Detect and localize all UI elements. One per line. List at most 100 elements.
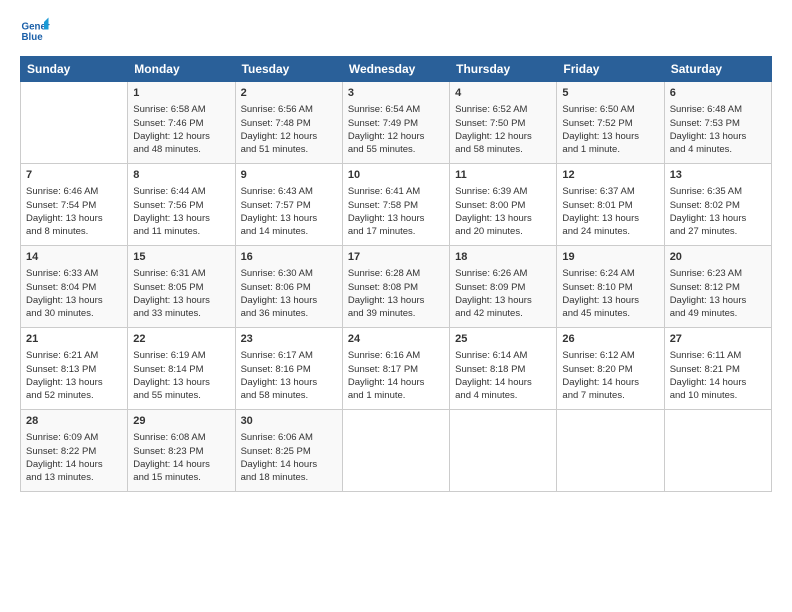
day-info-line: Daylight: 13 hours: [26, 294, 122, 307]
day-info-line: Daylight: 12 hours: [348, 130, 444, 143]
day-info-line: Sunrise: 6:35 AM: [670, 185, 766, 198]
day-info-line: and 30 minutes.: [26, 307, 122, 320]
day-cell: [342, 410, 449, 492]
day-number: 2: [241, 86, 337, 101]
day-info-line: Sunset: 8:10 PM: [562, 281, 658, 294]
day-cell: 28Sunrise: 6:09 AMSunset: 8:22 PMDayligh…: [21, 410, 128, 492]
day-number: 19: [562, 250, 658, 265]
day-info-line: Daylight: 13 hours: [241, 294, 337, 307]
day-cell: [664, 410, 771, 492]
day-cell: 27 Sunrise: 6:11 AMSunset: 8:21 PMDayligh…: [664, 328, 771, 410]
col-header-thursday: Thursday: [450, 57, 557, 82]
day-info-line: and 8 minutes.: [26, 225, 122, 238]
day-info-line: Sunrise: 6:21 AM: [26, 349, 122, 362]
day-number: 8: [133, 168, 229, 183]
day-info-line: Sunrise: 6:37 AM: [562, 185, 658, 198]
day-info-line: Sunset: 8:17 PM: [348, 363, 444, 376]
day-cell: 30Sunrise: 6:06 AMSunset: 8:25 PMDayligh…: [235, 410, 342, 492]
day-cell: 25Sunrise: 6:14 AMSunset: 8:18 PMDayligh…: [450, 328, 557, 410]
day-number: 13: [670, 168, 766, 183]
day-info-line: Daylight: 13 hours: [670, 212, 766, 225]
day-cell: 20Sunrise: 6:23 AMSunset: 8:12 PMDayligh…: [664, 246, 771, 328]
day-info-line: Daylight: 14 hours: [670, 376, 766, 389]
day-cell: 24Sunrise: 6:16 AMSunset: 8:17 PMDayligh…: [342, 328, 449, 410]
day-number: 3: [348, 86, 444, 101]
day-number: 7: [26, 168, 122, 183]
day-number: 15: [133, 250, 229, 265]
day-number: 14: [26, 250, 122, 265]
day-info-line: Sunrise: 6:14 AM: [455, 349, 551, 362]
day-info-line: Sunrise: 6:58 AM: [133, 103, 229, 116]
day-info-line: Daylight: 14 hours: [133, 458, 229, 471]
col-header-sunday: Sunday: [21, 57, 128, 82]
day-number: 5: [562, 86, 658, 101]
day-info-line: and 15 minutes.: [133, 471, 229, 484]
day-cell: 12Sunrise: 6:37 AMSunset: 8:01 PMDayligh…: [557, 164, 664, 246]
day-cell: 9Sunrise: 6:43 AMSunset: 7:57 PMDaylight…: [235, 164, 342, 246]
day-info-line: Sunset: 7:56 PM: [133, 199, 229, 212]
day-info-line: Sunrise: 6:54 AM: [348, 103, 444, 116]
day-info-line: Sunrise: 6:48 AM: [670, 103, 766, 116]
day-info-line: Daylight: 13 hours: [133, 294, 229, 307]
day-info-line: Daylight: 12 hours: [133, 130, 229, 143]
day-info-line: Daylight: 13 hours: [562, 294, 658, 307]
col-header-wednesday: Wednesday: [342, 57, 449, 82]
day-number: 17: [348, 250, 444, 265]
day-info-line: Sunset: 7:50 PM: [455, 117, 551, 130]
day-info-line: and 48 minutes.: [133, 143, 229, 156]
day-info-line: and 49 minutes.: [670, 307, 766, 320]
day-cell: [450, 410, 557, 492]
day-number: 22: [133, 332, 229, 347]
day-number: 28: [26, 414, 122, 429]
day-cell: 5Sunrise: 6:50 AMSunset: 7:52 PMDaylight…: [557, 82, 664, 164]
day-cell: 4Sunrise: 6:52 AMSunset: 7:50 PMDaylight…: [450, 82, 557, 164]
day-info-line: Sunset: 7:53 PM: [670, 117, 766, 130]
day-cell: 15Sunrise: 6:31 AMSunset: 8:05 PMDayligh…: [128, 246, 235, 328]
day-info-line: Daylight: 13 hours: [455, 294, 551, 307]
logo-icon: General Blue: [20, 16, 50, 46]
logo: General Blue: [20, 16, 54, 46]
day-info-line: Sunrise: 6:28 AM: [348, 267, 444, 280]
day-number: 27: [670, 332, 766, 347]
day-info-line: Sunrise: 6:50 AM: [562, 103, 658, 116]
day-number: 25: [455, 332, 551, 347]
day-info-line: and 58 minutes.: [455, 143, 551, 156]
day-info-line: and 51 minutes.: [241, 143, 337, 156]
day-cell: 7Sunrise: 6:46 AMSunset: 7:54 PMDaylight…: [21, 164, 128, 246]
day-info-line: Sunrise: 6:44 AM: [133, 185, 229, 198]
day-info-line: and 14 minutes.: [241, 225, 337, 238]
day-info-line: Sunset: 7:52 PM: [562, 117, 658, 130]
day-info-line: Sunrise: 6:26 AM: [455, 267, 551, 280]
day-info-line: Sunset: 8:12 PM: [670, 281, 766, 294]
day-info-line: Sunrise: 6:17 AM: [241, 349, 337, 362]
day-number: 4: [455, 86, 551, 101]
day-info-line: and 58 minutes.: [241, 389, 337, 402]
day-info-line: Sunrise: 6:11 AM: [670, 349, 766, 362]
day-info-line: Sunrise: 6:43 AM: [241, 185, 337, 198]
day-cell: 14Sunrise: 6:33 AMSunset: 8:04 PMDayligh…: [21, 246, 128, 328]
day-cell: 21Sunrise: 6:21 AMSunset: 8:13 PMDayligh…: [21, 328, 128, 410]
col-header-monday: Monday: [128, 57, 235, 82]
day-cell: 10Sunrise: 6:41 AMSunset: 7:58 PMDayligh…: [342, 164, 449, 246]
day-cell: 8Sunrise: 6:44 AMSunset: 7:56 PMDaylight…: [128, 164, 235, 246]
day-info-line: Sunset: 8:21 PM: [670, 363, 766, 376]
day-info-line: Sunset: 8:09 PM: [455, 281, 551, 294]
day-info-line: Sunrise: 6:39 AM: [455, 185, 551, 198]
day-info-line: Sunset: 7:46 PM: [133, 117, 229, 130]
day-info-line: Sunrise: 6:46 AM: [26, 185, 122, 198]
day-cell: 6Sunrise: 6:48 AMSunset: 7:53 PMDaylight…: [664, 82, 771, 164]
day-info-line: Daylight: 13 hours: [455, 212, 551, 225]
day-number: 12: [562, 168, 658, 183]
day-cell: 11Sunrise: 6:39 AMSunset: 8:00 PMDayligh…: [450, 164, 557, 246]
day-number: 20: [670, 250, 766, 265]
day-info-line: Sunrise: 6:52 AM: [455, 103, 551, 116]
day-info-line: and 7 minutes.: [562, 389, 658, 402]
page: General Blue SundayMondayTuesdayWednesda…: [0, 0, 792, 612]
day-info-line: Daylight: 13 hours: [26, 376, 122, 389]
header-row: SundayMondayTuesdayWednesdayThursdayFrid…: [21, 57, 772, 82]
day-info-line: and 39 minutes.: [348, 307, 444, 320]
day-number: 11: [455, 168, 551, 183]
day-cell: [557, 410, 664, 492]
day-info-line: Sunrise: 6:06 AM: [241, 431, 337, 444]
day-info-line: Sunrise: 6:08 AM: [133, 431, 229, 444]
